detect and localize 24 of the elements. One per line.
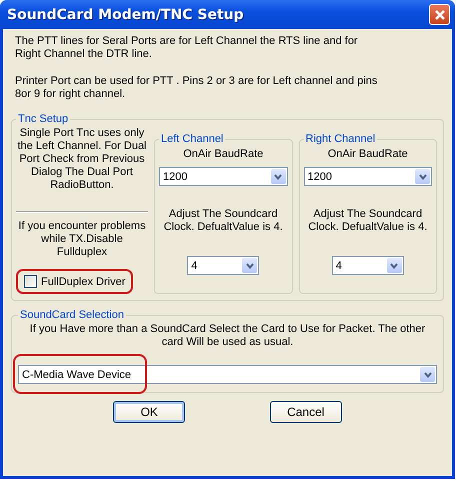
- info-text: Single Port Tnc uses only the Left Channel. For Dual Port Check from Previous Dialog The Dual Port RadioButton.: [16, 127, 148, 193]
- info-text: The PTT lines for Seral Ports are for Left Channel the RTS line and for Right Channel the DTR line.: [15, 35, 359, 61]
- info-text: If you encounter problems while TX.Disable Fullduplex: [17, 220, 147, 259]
- info-text: Printer Port can be used for PTT . Pins 2 or 3 are for Left channel and pins 8or 9 for right channel.: [15, 75, 378, 101]
- dialog-button[interactable]: OK: [113, 401, 186, 423]
- baud-rate-label: OnAir BaudRate: [328, 148, 408, 161]
- full-duplex-checkbox[interactable]: FullDuplex Driver: [16, 269, 134, 294]
- baud-rate-label: OnAir BaudRate: [183, 148, 264, 161]
- close-button[interactable]: [429, 4, 450, 25]
- info-text: If you Have more than a SoundCard Select the Card to Use for Packet. The other card Will be used as usual.: [28, 323, 426, 349]
- window-title: SoundCard Modem/TNC Setup: [7, 6, 244, 22]
- clock-dropdown[interactable]: 4: [332, 256, 404, 275]
- baud-rate-dropdown[interactable]: 1200: [304, 167, 432, 186]
- group-title: Right Channel: [304, 133, 376, 145]
- info-text: Adjust The Soundcard Clock. DefualtValue is 4.: [307, 208, 428, 234]
- dialog-button[interactable]: Cancel: [270, 401, 342, 423]
- close-icon: [434, 8, 446, 20]
- baud-rate-dropdown[interactable]: 1200: [159, 167, 288, 186]
- group-title: SoundCard Selection: [19, 309, 125, 321]
- info-text: Adjust The Soundcard Clock. DefualtValue is 4.: [162, 208, 284, 234]
- clock-dropdown[interactable]: 4: [187, 256, 260, 275]
- group-title: Left Channel: [160, 133, 224, 145]
- soundcard-dropdown[interactable]: C-Media Wave Device: [18, 365, 437, 384]
- group-title: Tnc Setup: [17, 113, 70, 125]
